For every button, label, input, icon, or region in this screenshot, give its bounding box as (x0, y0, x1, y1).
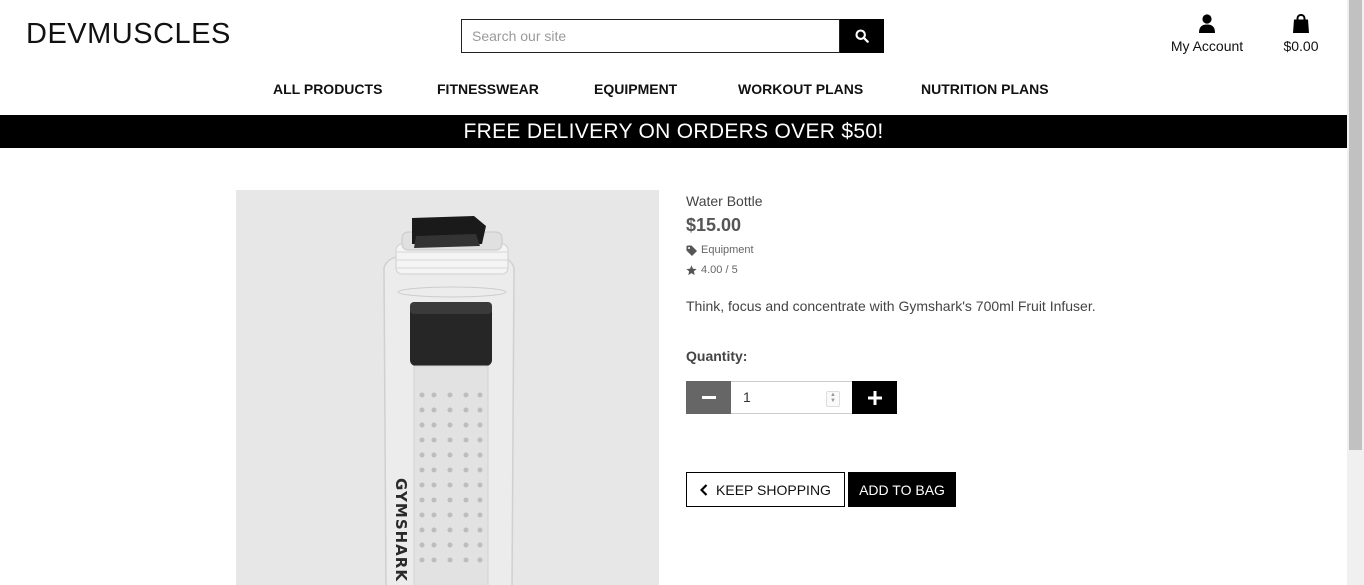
nav-equipment[interactable]: EQUIPMENT (594, 81, 677, 97)
search-button[interactable] (840, 19, 884, 53)
delivery-banner: FREE DELIVERY ON ORDERS OVER $50! (0, 115, 1347, 148)
add-to-bag-button[interactable]: ADD TO BAG (848, 472, 956, 507)
quantity-spin-control[interactable]: ▲ ▼ (826, 391, 840, 407)
nav-fitnesswear[interactable]: FITNESSWEAR (437, 81, 539, 97)
minus-icon (701, 395, 716, 399)
product-category-link[interactable]: Equipment (686, 244, 754, 256)
page: DEVMUSCLES My Account $0.00 ALL PRODUCTS… (0, 0, 1347, 585)
product-description: Think, focus and concentrate with Gymsha… (686, 298, 1096, 314)
search-input[interactable] (461, 19, 840, 53)
product-category: Equipment (701, 244, 754, 256)
user-icon (1199, 14, 1215, 33)
nav-all-products[interactable]: ALL PRODUCTS (273, 81, 382, 97)
product-price: $15.00 (686, 215, 742, 235)
site-logo[interactable]: DEVMUSCLES (26, 18, 231, 51)
page-scrollbar[interactable] (1347, 0, 1364, 585)
shopping-bag-icon (1293, 14, 1309, 33)
increment-button[interactable] (852, 381, 897, 414)
product-rating: 4.00 / 5 (686, 264, 738, 276)
search-form (461, 19, 884, 53)
nav-nutrition-plans[interactable]: NUTRITION PLANS (921, 81, 1049, 97)
rating-value: 4.00 / 5 (701, 264, 738, 276)
quantity-stepper: 1 ▲ ▼ (686, 381, 897, 414)
keep-shopping-label: KEEP SHOPPING (716, 481, 831, 498)
quantity-label: Quantity: (686, 348, 748, 364)
quantity-value: 1 (743, 389, 751, 405)
product-image: GYMSHARK (236, 190, 659, 585)
quantity-input[interactable]: 1 ▲ ▼ (731, 381, 852, 414)
scrollbar-thumb[interactable] (1349, 0, 1362, 450)
my-account-link[interactable]: My Account (1166, 14, 1248, 54)
plus-icon (867, 390, 882, 405)
tag-icon (686, 244, 697, 256)
main-nav: ALL PRODUCTS FITNESSWEAR EQUIPMENT WORKO… (0, 81, 1347, 101)
nav-workout-plans[interactable]: WORKOUT PLANS (738, 81, 863, 97)
search-icon (855, 29, 869, 43)
bag-total: $0.00 (1283, 38, 1319, 54)
shopping-bag-link[interactable]: $0.00 (1280, 14, 1322, 54)
star-icon (686, 264, 697, 275)
product-name: Water Bottle (686, 193, 763, 209)
my-account-label: My Account (1170, 38, 1244, 54)
decrement-button[interactable] (686, 381, 731, 414)
chevron-left-icon (700, 483, 708, 496)
bottle-brand-text: GYMSHARK (392, 478, 410, 582)
keep-shopping-button[interactable]: KEEP SHOPPING (686, 472, 845, 507)
